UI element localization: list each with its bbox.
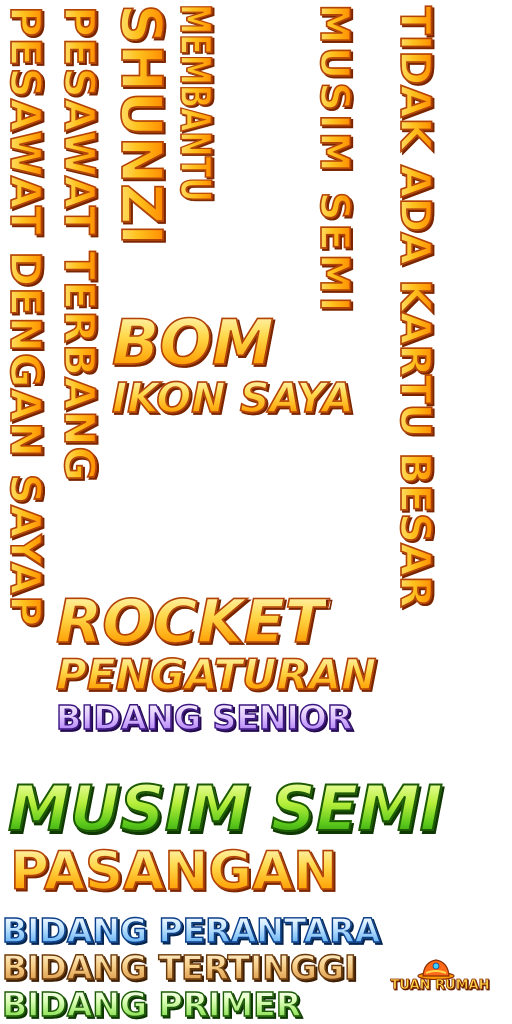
label-membantu: MEMBANTU xyxy=(170,3,221,202)
label-bom: BOM xyxy=(111,306,274,379)
label-bidang-tertinggi: BIDANG TERTINGGI xyxy=(1,948,357,987)
host-badge: TUAN RUMAH xyxy=(382,956,498,998)
crown-hat-icon xyxy=(417,959,455,980)
label-pesawat-terbang: PESAWAT TERBANG xyxy=(54,5,105,483)
label-bidang-primer: BIDANG PRIMER xyxy=(1,985,302,1024)
label-musim-semi: MUSIM SEMI xyxy=(7,772,444,845)
label-bidang-senior: BIDANG SENIOR xyxy=(55,698,353,737)
label-shunzi: SHUNZI xyxy=(107,3,174,246)
label-tidak-ada-kartu-besar: TIDAK ADA KARTU BESAR xyxy=(390,5,441,609)
label-pengaturan: PENGATURAN xyxy=(55,650,377,699)
label-ikon-saya: IKON SAYA xyxy=(111,374,355,422)
host-badge-label: TUAN RUMAH xyxy=(390,978,490,993)
label-bidang-perantara: BIDANG PERANTARA xyxy=(1,911,381,950)
label-pasangan: PASANGAN xyxy=(9,841,338,902)
label-pesawat-dengan-sayap: PESAWAT DENGAN SAYAP xyxy=(0,5,51,628)
label-musim-semi-vertical: MUSIM SEMI xyxy=(310,3,358,315)
label-rocket: ROCKET xyxy=(55,587,326,657)
